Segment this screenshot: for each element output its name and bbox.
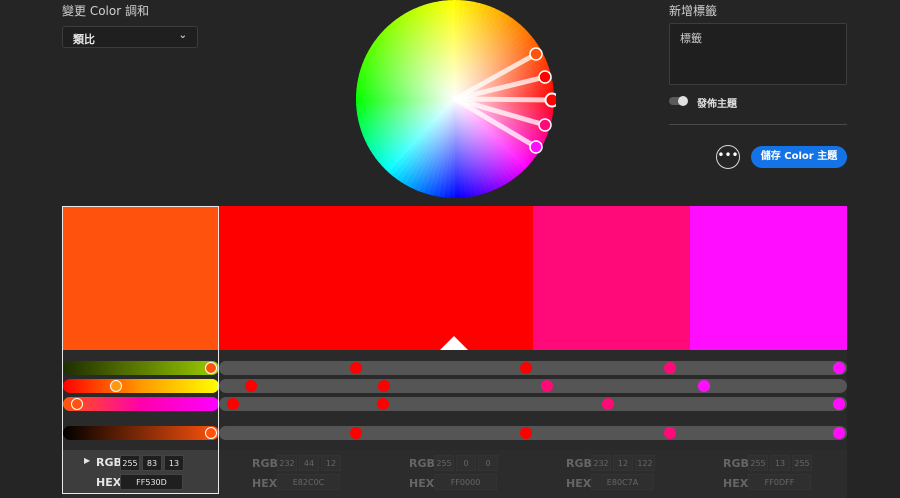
rgb-r-field[interactable]: 232	[591, 455, 611, 471]
rgb-b-field[interactable]: 122	[635, 455, 655, 471]
slider-knob[interactable]	[520, 362, 532, 374]
rgb-r-field[interactable]: 255	[120, 455, 140, 471]
handle-line	[454, 96, 553, 103]
slider-knob[interactable]	[71, 398, 83, 410]
hex-label: HEX	[723, 477, 749, 490]
swatch-1[interactable]	[63, 206, 219, 350]
divider	[669, 124, 847, 125]
slider-knob[interactable]	[110, 380, 122, 392]
swatch-5[interactable]	[690, 206, 847, 350]
slider-knob[interactable]	[350, 427, 362, 439]
rgb-b-field[interactable]: 13	[164, 455, 184, 471]
color-wheel[interactable]	[356, 0, 556, 200]
color-handle[interactable]	[529, 47, 543, 61]
rgb-b-field[interactable]: 12	[321, 455, 341, 471]
slider-knob[interactable]	[833, 362, 845, 374]
harmony-label: 變更 Color 調和	[62, 4, 149, 18]
hex-field[interactable]: FF530D	[120, 474, 183, 490]
rgb-g-field[interactable]: 0	[456, 455, 476, 471]
hex-field[interactable]: E80C7A	[591, 474, 654, 490]
rgb-b-field[interactable]: 0	[478, 455, 498, 471]
rgb-g-field[interactable]: 12	[613, 455, 633, 471]
rgb-r-field[interactable]: 255	[434, 455, 454, 471]
color-handle[interactable]	[538, 118, 552, 132]
slider-knob[interactable]	[520, 427, 532, 439]
slider-knob[interactable]	[350, 362, 362, 374]
swatch-3[interactable]	[376, 206, 533, 350]
base-color-triangle-icon[interactable]	[440, 335, 468, 351]
slider-hue-selected[interactable]	[63, 361, 219, 375]
swatch-2[interactable]	[219, 206, 376, 350]
slider-saturation-selected[interactable]	[63, 379, 219, 393]
caret-right-icon[interactable]: ▶	[84, 456, 90, 465]
publish-toggle[interactable]	[669, 96, 688, 106]
hex-label: HEX	[566, 477, 592, 490]
rgb-label: RGB	[96, 456, 122, 469]
tags-label: 新增標籤	[669, 4, 718, 18]
slider-knob[interactable]	[541, 380, 553, 392]
slider-track-3[interactable]	[219, 397, 847, 411]
slider-knob[interactable]	[245, 380, 257, 392]
rgb-g-field[interactable]: 44	[299, 455, 319, 471]
rgb-b-field[interactable]: 255	[792, 455, 812, 471]
slider-knob[interactable]	[205, 362, 217, 374]
slider-track-2[interactable]	[219, 379, 847, 393]
rgb-g-field[interactable]: 13	[770, 455, 790, 471]
hex-label: HEX	[252, 477, 278, 490]
rgb-label: RGB	[252, 457, 278, 470]
slider-track-4[interactable]	[219, 426, 847, 440]
slider-knob[interactable]	[227, 398, 239, 410]
swatch-4[interactable]	[533, 206, 690, 350]
rgb-r-field[interactable]: 255	[748, 455, 768, 471]
publish-label: 發佈主題	[697, 99, 737, 110]
rgb-label: RGB	[409, 457, 435, 470]
tags-placeholder: 標籤	[680, 32, 702, 45]
harmony-select[interactable]: 類比 ⌄	[62, 26, 198, 48]
slider-knob[interactable]	[377, 398, 389, 410]
color-handle[interactable]	[529, 140, 543, 154]
slider-knob[interactable]	[833, 427, 845, 439]
harmony-selected-value: 類比	[73, 33, 95, 46]
rgb-r-field[interactable]: 232	[277, 455, 297, 471]
slider-track-1[interactable]	[219, 361, 847, 375]
slider-knob[interactable]	[664, 362, 676, 374]
rgb-g-field[interactable]: 83	[142, 455, 162, 471]
hex-field[interactable]: E82C0C	[277, 474, 340, 490]
hex-label: HEX	[409, 477, 435, 490]
hex-label: HEX	[96, 476, 122, 489]
hex-field[interactable]: FF0DFF	[748, 474, 811, 490]
rgb-label: RGB	[723, 457, 749, 470]
slider-knob[interactable]	[664, 427, 676, 439]
slider-knob[interactable]	[833, 398, 845, 410]
color-handle[interactable]	[538, 70, 552, 84]
chevron-down-icon: ⌄	[178, 30, 187, 41]
slider-knob[interactable]	[602, 398, 614, 410]
more-options-button[interactable]: •••	[716, 145, 740, 169]
save-theme-button[interactable]: 儲存 Color 主題	[751, 146, 847, 168]
slider-value-selected[interactable]	[63, 426, 219, 440]
base-color-handle[interactable]	[544, 92, 557, 108]
slider-knob[interactable]	[698, 380, 710, 392]
rgb-label: RGB	[566, 457, 592, 470]
slider-knob[interactable]	[378, 380, 390, 392]
slider-brightness-selected[interactable]	[63, 397, 219, 411]
slider-knob[interactable]	[205, 427, 217, 439]
hex-field[interactable]: FF0000	[434, 474, 497, 490]
